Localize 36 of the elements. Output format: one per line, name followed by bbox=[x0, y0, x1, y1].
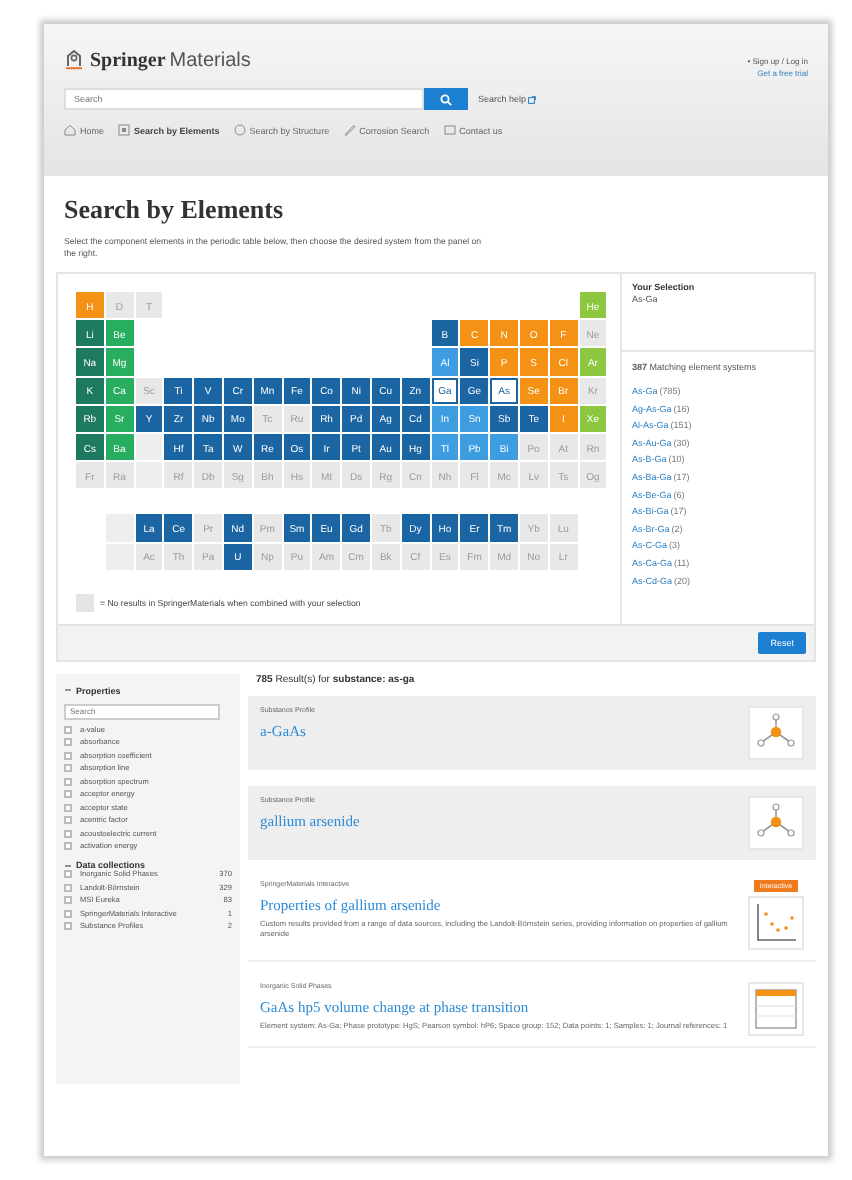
checkbox[interactable] bbox=[64, 790, 72, 799]
circle-icon bbox=[233, 124, 246, 136]
minus-icon bbox=[64, 861, 72, 870]
legend-swatch bbox=[76, 593, 94, 612]
home-icon bbox=[64, 124, 76, 136]
table-icon bbox=[748, 981, 804, 1036]
page-title: Search by Elements bbox=[64, 194, 286, 226]
blank-tile bbox=[135, 462, 163, 489]
node-icon bbox=[748, 705, 804, 760]
search-icon bbox=[440, 93, 452, 105]
checkbox[interactable] bbox=[64, 829, 72, 838]
search-button[interactable] bbox=[424, 88, 468, 110]
pencil-icon bbox=[343, 124, 356, 136]
checkbox[interactable] bbox=[64, 842, 72, 851]
chart-icon bbox=[748, 895, 804, 950]
blank-tile bbox=[105, 514, 134, 542]
logo-icon bbox=[64, 47, 84, 69]
checkbox[interactable] bbox=[64, 751, 72, 760]
checkbox[interactable] bbox=[64, 922, 72, 931]
checkbox[interactable] bbox=[64, 883, 72, 892]
checkbox[interactable] bbox=[64, 738, 72, 747]
checkbox[interactable] bbox=[64, 909, 72, 918]
checkbox[interactable] bbox=[64, 803, 72, 812]
blank-tile bbox=[105, 543, 134, 570]
logo-text: Springer Materials bbox=[90, 48, 251, 76]
checkbox[interactable] bbox=[64, 764, 72, 773]
checkbox[interactable] bbox=[64, 870, 72, 879]
checkbox[interactable] bbox=[64, 725, 72, 734]
envelope-icon bbox=[443, 124, 456, 136]
blank-tile bbox=[135, 433, 163, 461]
checkbox[interactable] bbox=[64, 816, 72, 825]
grid-icon bbox=[118, 124, 131, 136]
checkbox[interactable] bbox=[64, 896, 72, 905]
external-link-icon bbox=[528, 95, 537, 103]
node-icon bbox=[748, 795, 804, 850]
checkbox[interactable] bbox=[64, 777, 72, 786]
